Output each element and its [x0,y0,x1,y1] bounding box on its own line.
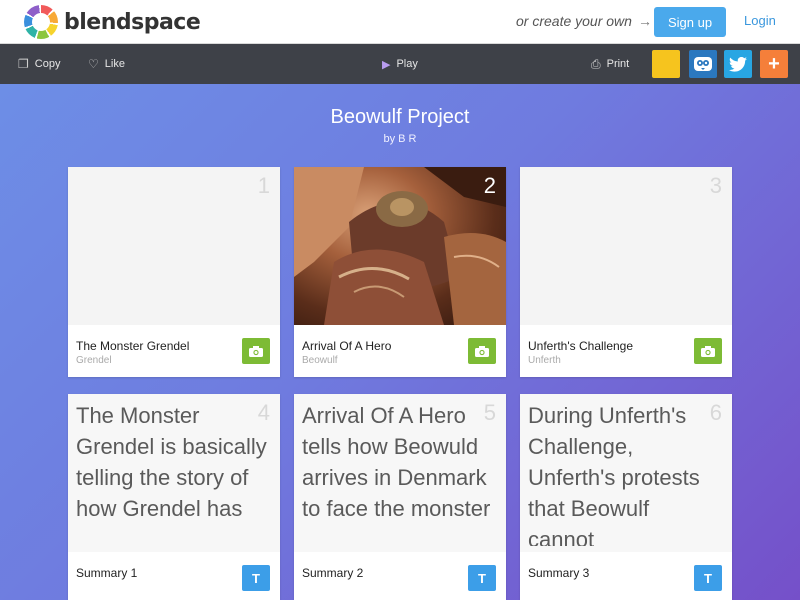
tile-footer: Summary 1 T [68,552,280,600]
top-header: blendspace or create your own → Sign up … [0,0,800,44]
camera-icon [475,345,489,357]
text-type-button[interactable]: T [242,565,270,591]
tile-footer: Summary 3 T [520,552,732,600]
login-link[interactable]: Login [744,13,776,28]
twitter-share-button[interactable] [724,50,752,78]
tile-footer: Unferth's Challenge Unferth [520,325,732,377]
copy-icon: ❐ [18,57,29,71]
create-your-own-link[interactable]: or create your own → [516,13,652,29]
heart-icon: ♡ [88,57,99,71]
tile-title: Summary 2 [302,566,364,580]
lesson-tile-5[interactable]: Arrival Of A Hero tells how Beowuld arri… [294,394,506,600]
lesson-toolbar: ❐ Copy ♡ Like ▶ Play ⎙ Print [0,44,800,84]
like-button[interactable]: ♡ Like [88,44,125,84]
camera-type-button[interactable] [242,338,270,364]
lesson-tile-2[interactable]: 2 Arrival Of A Hero Beowulf [294,167,506,377]
copy-label: Copy [34,58,61,70]
tile-subtitle: Grendel [76,355,112,366]
arrow-right-icon: → [637,13,652,29]
tile-text-body: During Unferth's Challenge, Unferth's pr… [528,403,700,546]
blendspace-logo[interactable]: blendspace [24,5,201,39]
tile-footer: Arrival Of A Hero Beowulf [294,325,506,377]
warrior-illustration [294,167,506,325]
lesson-tile-4[interactable]: The Monster Grendel is basically telling… [68,394,280,600]
signup-button[interactable]: Sign up [654,7,726,37]
tile-text-body: The Monster Grendel is basically telling… [76,403,267,521]
share-yellow-button[interactable] [652,50,680,78]
tile-title: Arrival Of A Hero [302,339,392,353]
tile-title: Unferth's Challenge [528,339,634,353]
print-button[interactable]: ⎙ Print [591,44,629,84]
tile-title: Summary 3 [528,566,590,580]
like-label: Like [104,58,125,70]
text-type-icon: T [478,570,486,586]
logo-ring-icon [24,5,58,39]
tile-title: Summary 1 [76,566,138,580]
owl-icon [694,57,712,71]
tile-image-placeholder [68,167,280,325]
add-share-button[interactable]: + [760,50,788,78]
lesson-byline: by B R [383,133,417,145]
camera-type-button[interactable] [694,338,722,364]
tile-number: 6 [709,400,722,425]
tile-text-body: Arrival Of A Hero tells how Beowuld arri… [302,403,491,521]
lesson-title: Beowulf Project [330,106,470,128]
print-label: Print [606,58,630,70]
tile-number: 5 [483,400,496,425]
printer-icon: ⎙ [591,56,601,71]
tile-number: 1 [257,173,270,198]
share-owl-button[interactable] [689,50,717,78]
lesson-tile-6[interactable]: During Unferth's Challenge, Unferth's pr… [520,394,732,600]
play-icon: ▶ [382,58,391,71]
text-type-icon: T [252,570,260,586]
tile-title: The Monster Grendel [76,339,190,353]
play-label: Play [396,58,418,70]
camera-type-button[interactable] [468,338,496,364]
camera-icon [249,345,263,357]
create-your-own-text: or create your own [516,13,632,29]
camera-icon [701,345,715,357]
text-type-icon: T [704,570,712,586]
copy-button[interactable]: ❐ Copy [18,44,60,84]
tile-footer: Summary 2 T [294,552,506,600]
tile-subtitle: Beowulf [302,355,338,366]
tile-footer: The Monster Grendel Grendel [68,325,280,377]
plus-icon: + [768,52,780,75]
twitter-bird-icon [729,56,747,72]
text-type-button[interactable]: T [694,565,722,591]
text-type-button[interactable]: T [468,565,496,591]
tile-number: 4 [257,400,270,425]
tile-number: 2 [483,173,496,198]
tile-subtitle: Unferth [528,355,561,366]
play-button[interactable]: ▶ Play [382,44,418,84]
tile-image-placeholder [520,167,732,325]
lesson-tile-3[interactable]: 3 Unferth's Challenge Unferth [520,167,732,377]
brand-name: blendspace [64,9,201,35]
tile-number: 3 [709,173,722,198]
lesson-tile-1[interactable]: 1 The Monster Grendel Grendel [68,167,280,377]
beowulf-warrior-image [294,167,506,325]
